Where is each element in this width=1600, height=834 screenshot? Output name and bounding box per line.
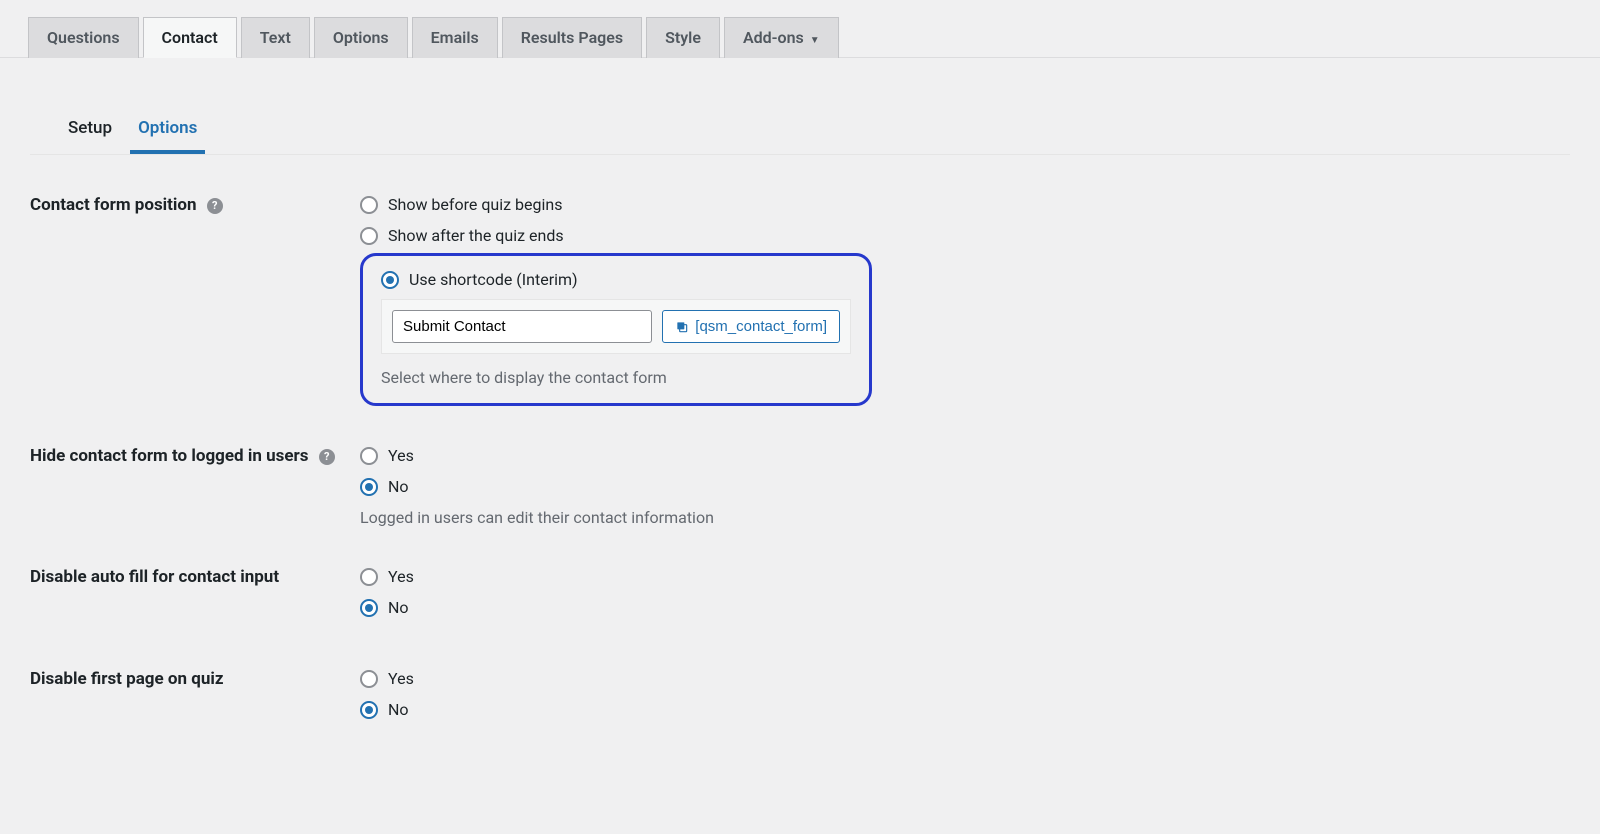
label-text: Disable auto fill for contact input xyxy=(30,567,279,587)
radio-input[interactable] xyxy=(360,701,378,719)
tab-addons-label: Add-ons xyxy=(743,28,804,47)
radio-input[interactable] xyxy=(381,271,399,289)
copy-shortcode-button[interactable]: [qsm_contact_form] xyxy=(662,310,840,343)
radio-input[interactable] xyxy=(360,568,378,586)
chevron-down-icon: ▼ xyxy=(810,35,820,46)
radio-option-yes[interactable]: Yes xyxy=(360,446,1570,465)
submit-contact-input[interactable] xyxy=(392,310,652,343)
field-hide-contact-logged-in: Hide contact form to logged in users ? Y… xyxy=(30,446,1570,527)
radio-option-no[interactable]: No xyxy=(360,598,1570,617)
radio-label: Use shortcode (Interim) xyxy=(409,270,578,289)
tab-emails[interactable]: Emails xyxy=(412,17,498,58)
radio-option-yes[interactable]: Yes xyxy=(360,567,1570,586)
radio-option-after[interactable]: Show after the quiz ends xyxy=(360,226,1570,245)
radio-label: Yes xyxy=(388,567,414,586)
field-contact-form-position: Contact form position ? Show before quiz… xyxy=(30,195,1570,406)
help-icon[interactable]: ? xyxy=(207,198,223,214)
field-control: Show before quiz begins Show after the q… xyxy=(360,195,1570,406)
tab-addons[interactable]: Add-ons ▼ xyxy=(724,17,839,58)
shortcode-text: [qsm_contact_form] xyxy=(695,318,827,335)
radio-option-before[interactable]: Show before quiz begins xyxy=(360,195,1570,214)
radio-input[interactable] xyxy=(360,196,378,214)
radio-input[interactable] xyxy=(360,599,378,617)
tab-results-pages[interactable]: Results Pages xyxy=(502,17,642,58)
field-label: Disable auto fill for contact input xyxy=(30,567,360,587)
field-disable-first-page: Disable first page on quiz Yes No xyxy=(30,669,1570,731)
tab-text[interactable]: Text xyxy=(241,17,310,58)
tab-style[interactable]: Style xyxy=(646,17,720,58)
sub-tabs-wrapper: Setup Options xyxy=(30,88,1570,155)
field-control: Yes No xyxy=(360,567,1570,629)
field-label: Disable first page on quiz xyxy=(30,669,360,689)
radio-option-no[interactable]: No xyxy=(360,477,1570,496)
copy-icon xyxy=(675,320,689,334)
tab-questions[interactable]: Questions xyxy=(28,17,139,58)
field-description: Select where to display the contact form xyxy=(381,368,851,387)
radio-label: Yes xyxy=(388,446,414,465)
field-description: Logged in users can edit their contact i… xyxy=(360,508,1570,527)
help-icon[interactable]: ? xyxy=(319,449,335,465)
radio-input[interactable] xyxy=(360,670,378,688)
tab-contact[interactable]: Contact xyxy=(143,17,237,58)
field-control: Yes No xyxy=(360,669,1570,731)
label-text: Contact form position xyxy=(30,195,197,215)
radio-label: Show before quiz begins xyxy=(388,195,562,214)
tab-options[interactable]: Options xyxy=(314,17,408,58)
primary-tabs: Questions Contact Text Options Emails Re… xyxy=(0,0,1600,58)
shortcode-highlight-box: Use shortcode (Interim) [qsm_contact_for… xyxy=(360,253,872,406)
label-text: Hide contact form to logged in users xyxy=(30,446,309,466)
radio-label: No xyxy=(388,598,409,617)
field-control: Yes No Logged in users can edit their co… xyxy=(360,446,1570,527)
radio-option-shortcode[interactable]: Use shortcode (Interim) xyxy=(381,270,851,289)
shortcode-row: [qsm_contact_form] xyxy=(381,299,851,354)
radio-input[interactable] xyxy=(360,447,378,465)
radio-option-yes[interactable]: Yes xyxy=(360,669,1570,688)
radio-label: No xyxy=(388,700,409,719)
field-label: Hide contact form to logged in users ? xyxy=(30,446,360,466)
radio-label: Yes xyxy=(388,669,414,688)
label-text: Disable first page on quiz xyxy=(30,669,224,689)
radio-label: No xyxy=(388,477,409,496)
settings-content: Contact form position ? Show before quiz… xyxy=(0,155,1600,771)
radio-option-no[interactable]: No xyxy=(360,700,1570,719)
field-label: Contact form position ? xyxy=(30,195,360,215)
subtab-setup[interactable]: Setup xyxy=(60,106,120,154)
sub-tabs: Setup Options xyxy=(30,88,1570,154)
subtab-options[interactable]: Options xyxy=(130,106,205,154)
radio-label: Show after the quiz ends xyxy=(388,226,564,245)
field-disable-autofill: Disable auto fill for contact input Yes … xyxy=(30,567,1570,629)
radio-input[interactable] xyxy=(360,227,378,245)
radio-input[interactable] xyxy=(360,478,378,496)
